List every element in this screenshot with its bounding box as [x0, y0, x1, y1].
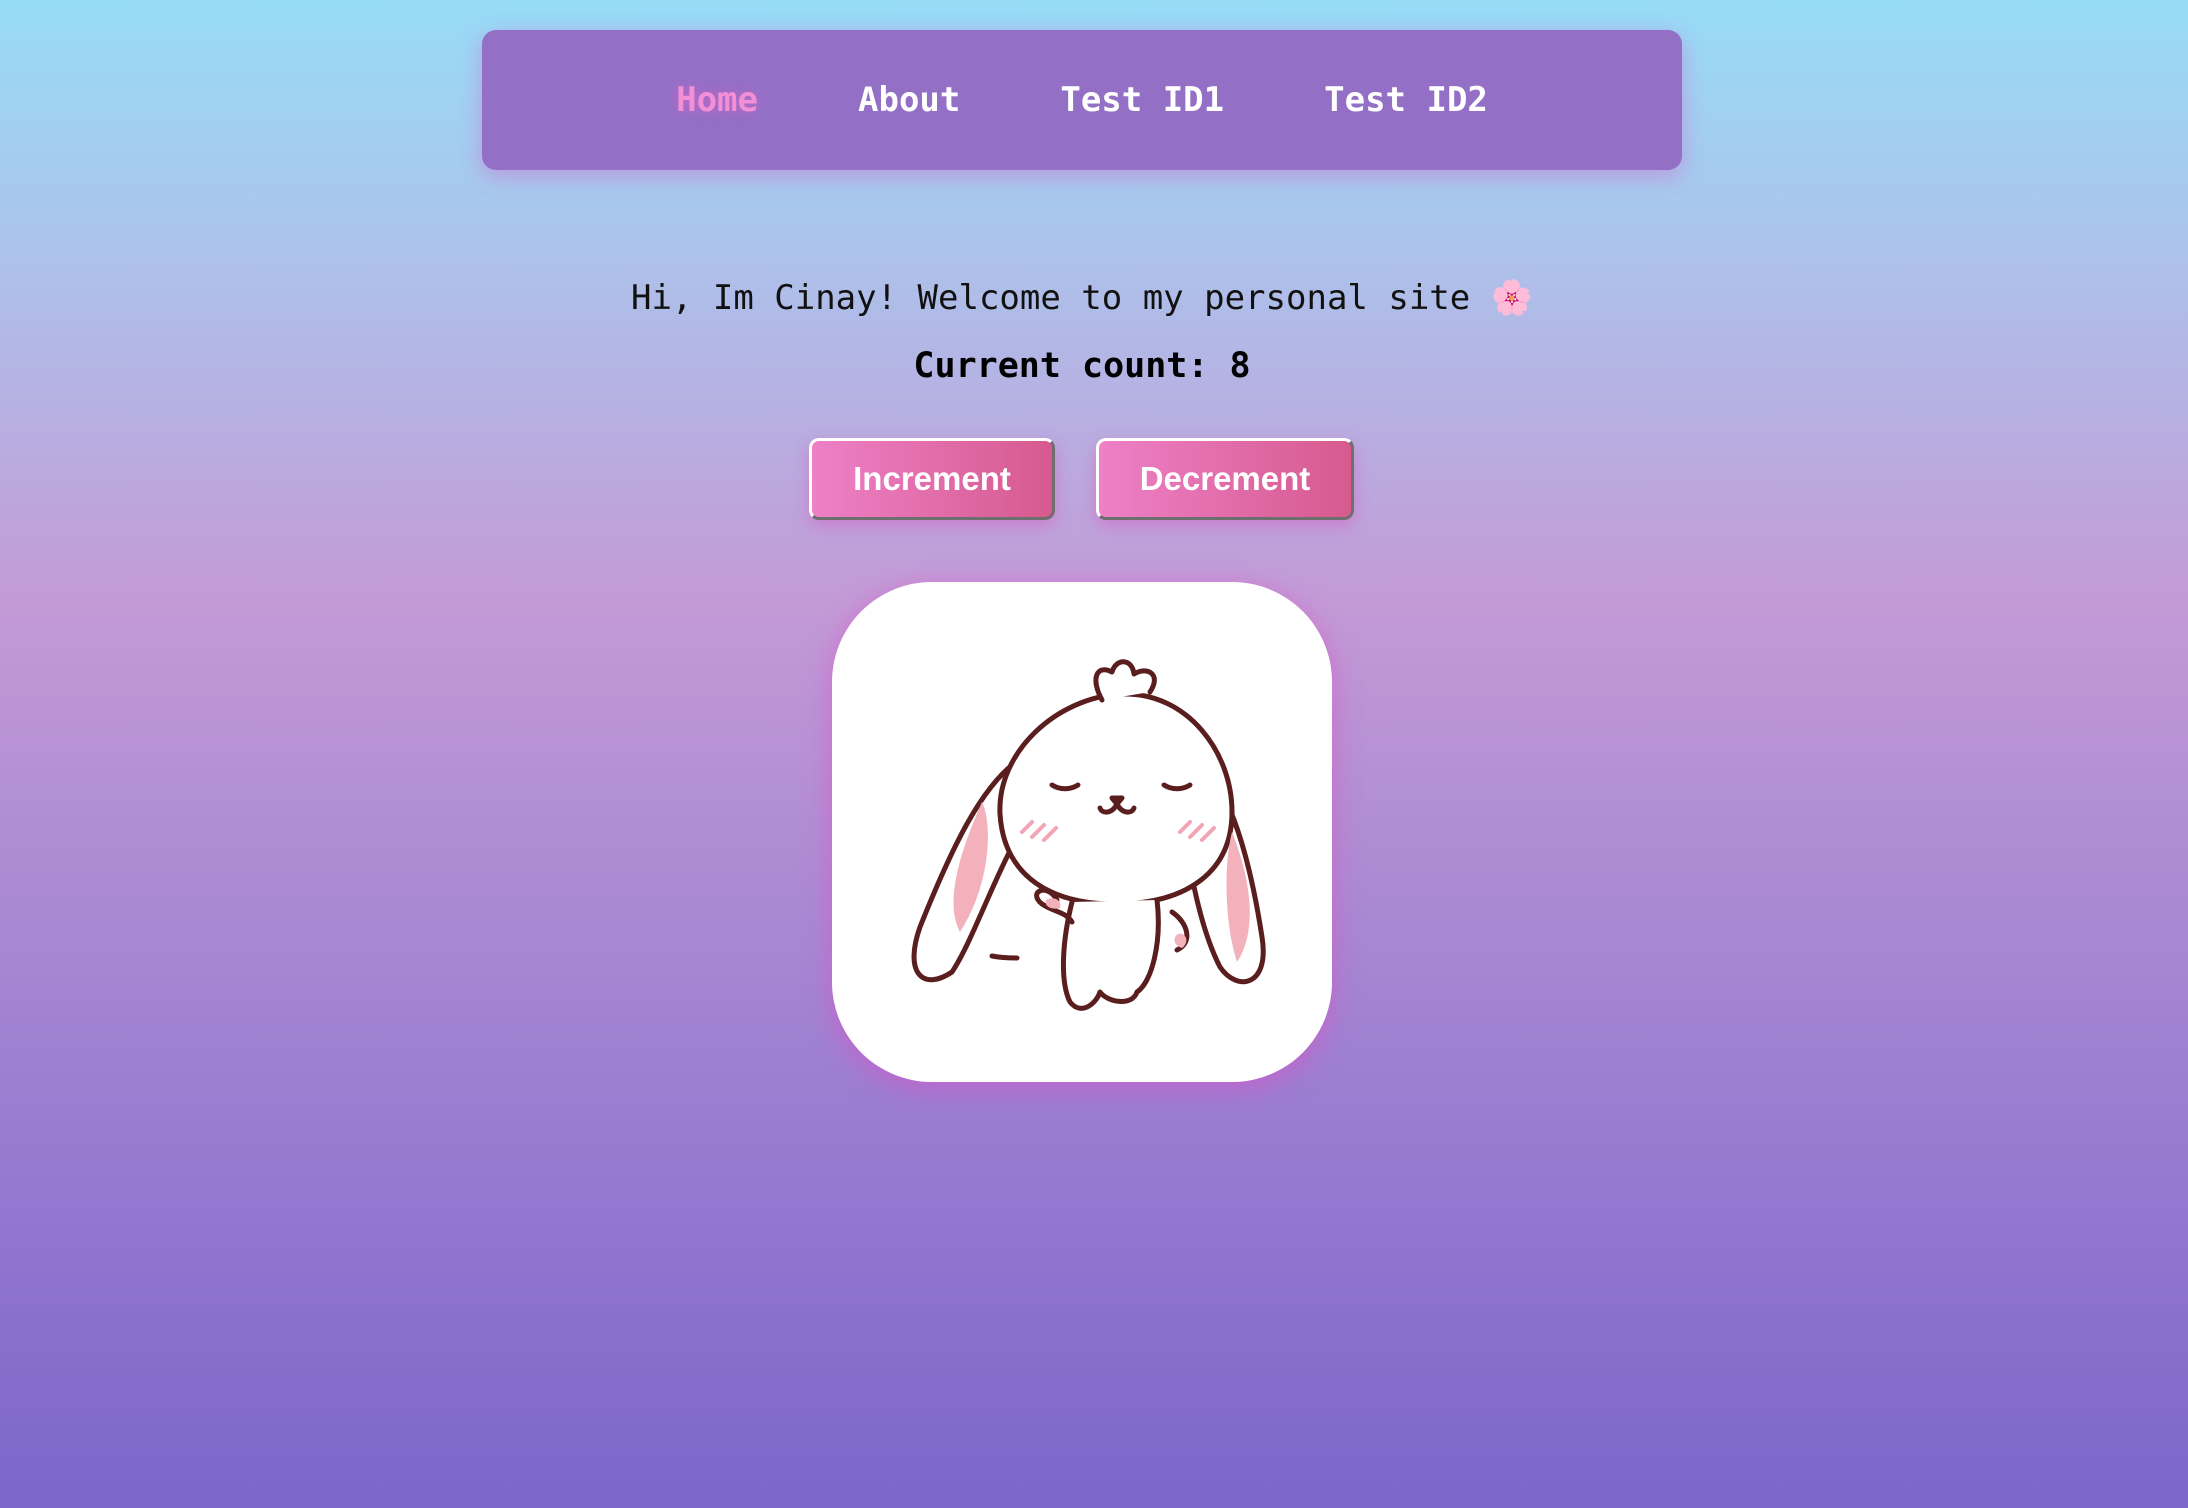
- nav-link-test-id2[interactable]: Test ID2: [1324, 80, 1488, 120]
- nav-link-home[interactable]: Home: [676, 80, 758, 120]
- nav-link-test-id1[interactable]: Test ID1: [1060, 80, 1224, 120]
- welcome-text: Hi, Im Cinay! Welcome to my personal sit…: [630, 278, 1534, 318]
- decrement-button[interactable]: Decrement: [1096, 438, 1354, 520]
- top-navbar: Home About Test ID1 Test ID2: [482, 30, 1682, 170]
- nav-link-about[interactable]: About: [858, 80, 960, 120]
- bunny-image-card: [832, 582, 1332, 1082]
- increment-button[interactable]: Increment: [809, 438, 1055, 520]
- current-count: Current count: 8: [913, 346, 1251, 386]
- bunny-illustration: [911, 659, 1266, 1011]
